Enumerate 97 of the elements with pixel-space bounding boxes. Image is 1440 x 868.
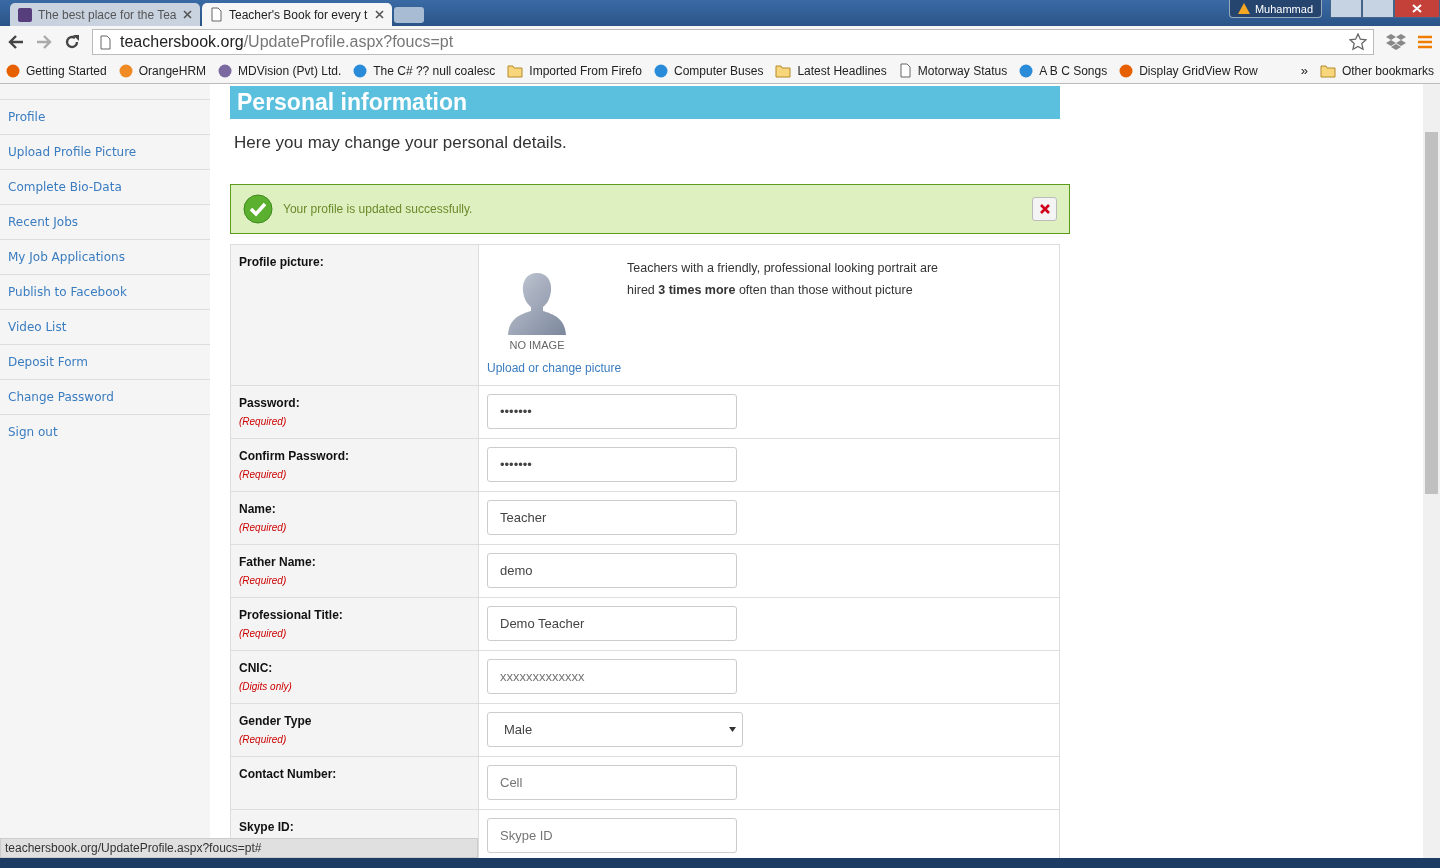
no-image-label: NO IMAGE — [509, 339, 565, 351]
field-note: (Required) — [239, 734, 288, 745]
folder-icon — [775, 62, 792, 79]
site-icon — [1119, 63, 1134, 78]
field-label: Skype ID: — [239, 820, 295, 834]
sidebar-link[interactable]: Video List — [8, 320, 67, 334]
field-label: Father Name: — [239, 555, 317, 569]
warning-icon — [1237, 3, 1250, 14]
bookmark[interactable]: Imported From Firefo — [507, 62, 642, 79]
page-heading: Personal information — [230, 86, 1060, 119]
bookmarks-overflow-button[interactable]: » — [1300, 63, 1308, 78]
forward-icon — [36, 35, 52, 49]
bookmark[interactable]: Display GridView Row — [1119, 63, 1258, 78]
bookmark[interactable]: Motorway Status — [898, 63, 1008, 78]
close-icon — [183, 10, 192, 19]
restore-button[interactable] — [1362, 0, 1394, 18]
scrollbar-thumb[interactable] — [1425, 132, 1438, 494]
bookmark[interactable]: Latest Headlines — [775, 62, 887, 79]
close-button[interactable] — [1032, 197, 1057, 221]
page-icon — [99, 34, 112, 50]
input-field[interactable]: ••••••• — [487, 394, 737, 429]
field-note: (Required) — [239, 575, 288, 586]
upload-link[interactable]: Upload or change picture — [487, 361, 622, 375]
menu-icon — [1418, 35, 1432, 49]
sidebar-link[interactable]: Profile — [8, 110, 46, 124]
input-field[interactable]: ••••••• — [487, 447, 737, 482]
field-label: CNIC: — [239, 661, 274, 675]
status-url: teachersbook.org/UpdateProfile.aspx?foucs=pt# — [0, 838, 478, 858]
field-note: (Digits only) — [239, 681, 293, 692]
close-icon — [375, 10, 384, 19]
sidebar-link[interactable]: Change Password — [8, 390, 114, 404]
input-field[interactable]: Teacher — [487, 500, 737, 535]
bookmark[interactable]: Getting Started — [6, 63, 107, 78]
back-icon — [8, 35, 24, 49]
input-field[interactable]: xxxxxxxxxxxxx — [487, 659, 737, 694]
bookmark[interactable]: Computer Buses — [654, 63, 764, 78]
bookmark[interactable]: MDVision (Pvt) Ltd. — [218, 63, 342, 78]
dropdown[interactable]: Male — [487, 712, 743, 747]
site-icon — [18, 7, 32, 22]
field-label: Profile picture: — [239, 255, 325, 269]
field-note: (Required) — [239, 469, 288, 480]
star-icon — [1349, 33, 1367, 51]
field-note: (Required) — [239, 416, 288, 427]
scrollbar[interactable] — [1423, 84, 1440, 858]
folder-icon — [507, 62, 524, 79]
check-icon — [243, 194, 273, 224]
sidebar-link[interactable]: My Job Applications — [8, 250, 125, 264]
sidebar-link[interactable]: Sign out — [8, 425, 58, 439]
close-icon — [1412, 4, 1422, 13]
field-label: Password: — [239, 396, 301, 410]
tab-title: The best place for the Tea — [38, 7, 177, 22]
site-icon — [353, 63, 368, 78]
site-icon — [118, 63, 133, 78]
close-button[interactable] — [1394, 0, 1440, 18]
alert-message: Your profile is updated successfully. — [283, 202, 473, 216]
minimize-button[interactable] — [1330, 0, 1362, 18]
caret-icon — [729, 727, 736, 732]
site-icon — [218, 63, 233, 78]
user-name: Muhammad — [1254, 2, 1313, 15]
site-icon — [1019, 63, 1034, 78]
sidebar-link[interactable]: Upload Profile Picture — [8, 145, 137, 159]
site-icon — [654, 63, 668, 78]
field-note: (Required) — [239, 628, 288, 639]
bookmark[interactable]: A B C Songs — [1019, 63, 1108, 78]
tip-text: Teachers with a friendly, professional looking portrait are hired 3 times more often than those without picture — [627, 260, 940, 299]
browser-tab[interactable]: The best place for the Tea — [10, 3, 200, 26]
reload-icon — [64, 34, 80, 50]
page-icon — [898, 63, 912, 78]
sidebar-link[interactable]: Deposit Form — [8, 355, 88, 369]
close-icon — [1039, 204, 1050, 214]
url-text: teachersbook.org/UpdateProfile.aspx?foucs=pt — [120, 33, 454, 51]
sidebar-link[interactable]: Complete Bio-Data — [8, 180, 122, 194]
sidebar-link[interactable]: Recent Jobs — [8, 215, 79, 229]
browser-tab[interactable]: Teacher's Book for every t — [202, 3, 392, 26]
bookmark[interactable]: OrangeHRM — [118, 63, 207, 78]
tab-title: Teacher's Book for every t — [229, 7, 369, 22]
box-icon — [1386, 33, 1406, 51]
intro-text: Here you may change your personal details. — [233, 132, 568, 154]
page-icon — [210, 7, 223, 22]
field-label: Contact Number: — [239, 767, 338, 781]
profile-button[interactable]: Muhammad — [1228, 0, 1322, 18]
sidebar-link[interactable]: Publish to Facebook — [8, 285, 127, 299]
field-label: Confirm Password: — [239, 449, 350, 463]
address-bar[interactable]: teachersbook.org/UpdateProfile.aspx?foucs=pt — [92, 29, 1374, 55]
bookmark[interactable]: The C# ?? null coalesc — [353, 63, 496, 78]
input-field[interactable]: Demo Teacher — [487, 606, 737, 641]
site-icon — [6, 63, 20, 78]
folder-icon — [1319, 62, 1336, 79]
bookmark[interactable]: Other bookmarks — [1319, 62, 1434, 79]
person-icon — [508, 273, 566, 335]
input-field[interactable]: demo — [487, 553, 737, 588]
input-field[interactable]: Skype ID — [487, 818, 737, 853]
field-label: Name: — [239, 502, 277, 516]
field-label: Professional Title: — [239, 608, 344, 622]
field-label: Gender Type — [239, 714, 313, 728]
input-field[interactable]: Cell — [487, 765, 737, 800]
field-note: (Required) — [239, 522, 288, 533]
